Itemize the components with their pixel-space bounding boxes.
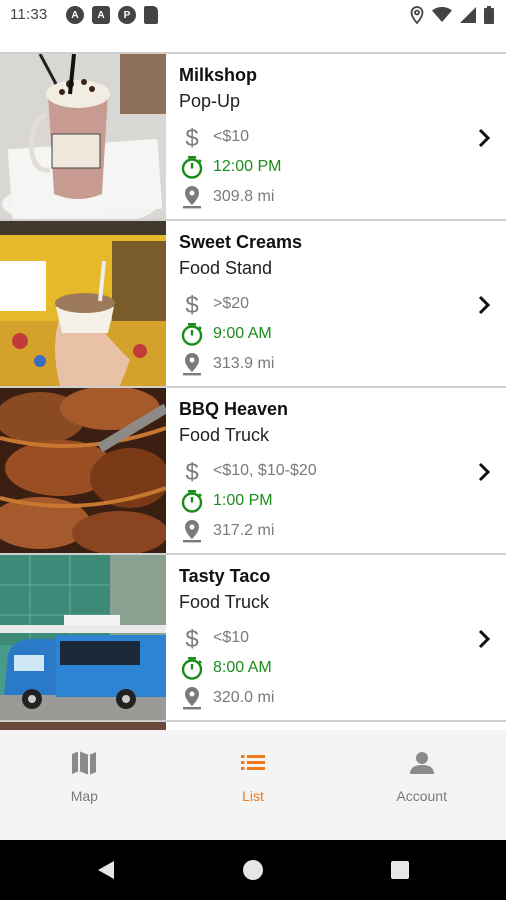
distance: 309.8 mi [213,188,275,205]
open-time: 9:00 AM [213,325,272,342]
sd-card-icon [144,6,158,24]
distance: 317.2 mi [213,522,275,539]
list-item[interactable]: Sweet Creams Food Stand $ >$20 9:00 AM 3… [0,221,506,388]
vendor-category: Food Truck [179,592,270,612]
back-icon[interactable] [96,859,116,881]
open-time: 8:00 AM [213,659,272,676]
vendor-name: BBQ Heaven [179,399,289,419]
chevron-right-icon[interactable] [474,627,494,651]
listing-info: BBQ Heaven Food Truck $ <$10, $10-$20 1:… [179,398,466,546]
nav-item-list[interactable]: List [169,730,338,840]
location-pin-icon [179,518,205,544]
vendor-list[interactable]: Milkshop Pop-Up $ <$10 12:00 PM 309.8 mi [0,52,506,730]
milkshake-photo [0,54,166,219]
account-icon [409,752,434,774]
ice-cream-image [0,221,166,386]
list-icon [241,755,265,770]
vendor-category: Food Truck [179,425,270,445]
dollar-icon: $ [179,458,205,484]
status-bar: 11:33 A A P [0,0,506,32]
bbq-photo [0,388,166,553]
notification-icons: A A P [66,6,158,24]
nav-item-account[interactable]: Account [337,730,506,840]
nav-item-map[interactable]: Map [0,730,169,840]
vendor-name: Sweet Creams [179,232,303,252]
timer-icon [179,154,205,180]
battery-icon [484,6,494,24]
location-icon [410,6,424,24]
system-navigation-bar [0,840,506,900]
price-range: <$10 [213,128,250,145]
dollar-icon: $ [179,625,205,651]
system-status-icons [410,6,494,24]
price-range: <$10 [213,629,250,646]
nav-label: Map [70,788,98,804]
list-item[interactable]: BBQ Heaven Food Truck $ <$10, $10-$20 1:… [0,388,506,555]
food-truck-photo [0,555,166,720]
svg-text:$: $ [185,292,198,316]
chevron-right-icon[interactable] [474,460,494,484]
ice-cream-photo [0,221,166,386]
chevron-right-icon[interactable] [474,126,494,150]
list-item[interactable]: Tasty Taco Food Truck $ <$10 8:00 AM 320… [0,555,506,722]
list-item[interactable]: Milkshop Pop-Up $ <$10 12:00 PM 309.8 mi [0,54,506,221]
price-range: <$10, $10-$20 [213,462,317,479]
home-icon[interactable] [243,860,263,880]
nav-label: List [242,788,264,804]
app-notification-icon: P [118,6,136,24]
timer-icon [179,655,205,681]
bbq-image [0,388,166,553]
vendor-name: Milkshop [179,65,258,85]
timer-icon [179,321,205,347]
listing-info: Sweet Creams Food Stand $ >$20 9:00 AM 3… [179,231,466,379]
recent-apps-icon[interactable] [391,861,409,879]
app-notification-icon: A [66,6,84,24]
list-item-partial [0,722,166,730]
vendor-name: Tasty Taco [179,566,271,586]
nav-label: Account [396,788,447,804]
milkshake-image [0,54,166,219]
app-notification-icon: A [92,6,110,24]
svg-text:$: $ [185,125,198,149]
listing-info: Milkshop Pop-Up $ <$10 12:00 PM 309.8 mi [179,64,466,212]
status-time: 11:33 [10,6,48,23]
listing-info: Tasty Taco Food Truck $ <$10 8:00 AM 320… [179,565,466,713]
svg-text:$: $ [185,626,198,650]
vendor-category: Food Stand [179,258,273,278]
wifi-icon [432,7,452,22]
food-truck-image [0,555,166,720]
dollar-icon: $ [179,124,205,150]
price-range: >$20 [213,295,250,312]
distance: 320.0 mi [213,689,275,706]
vendor-category: Pop-Up [179,91,241,111]
timer-icon [179,488,205,514]
open-time: 12:00 PM [213,158,282,175]
location-pin-icon [179,351,205,377]
svg-text:$: $ [185,459,198,483]
signal-icon [460,7,476,23]
dollar-icon: $ [179,291,205,317]
bottom-navigation: Map List Account [0,730,506,840]
open-time: 1:00 PM [213,492,273,509]
location-pin-icon [179,184,205,210]
chevron-right-icon[interactable] [474,293,494,317]
map-icon [72,751,97,775]
location-pin-icon [179,685,205,711]
distance: 313.9 mi [213,355,275,372]
